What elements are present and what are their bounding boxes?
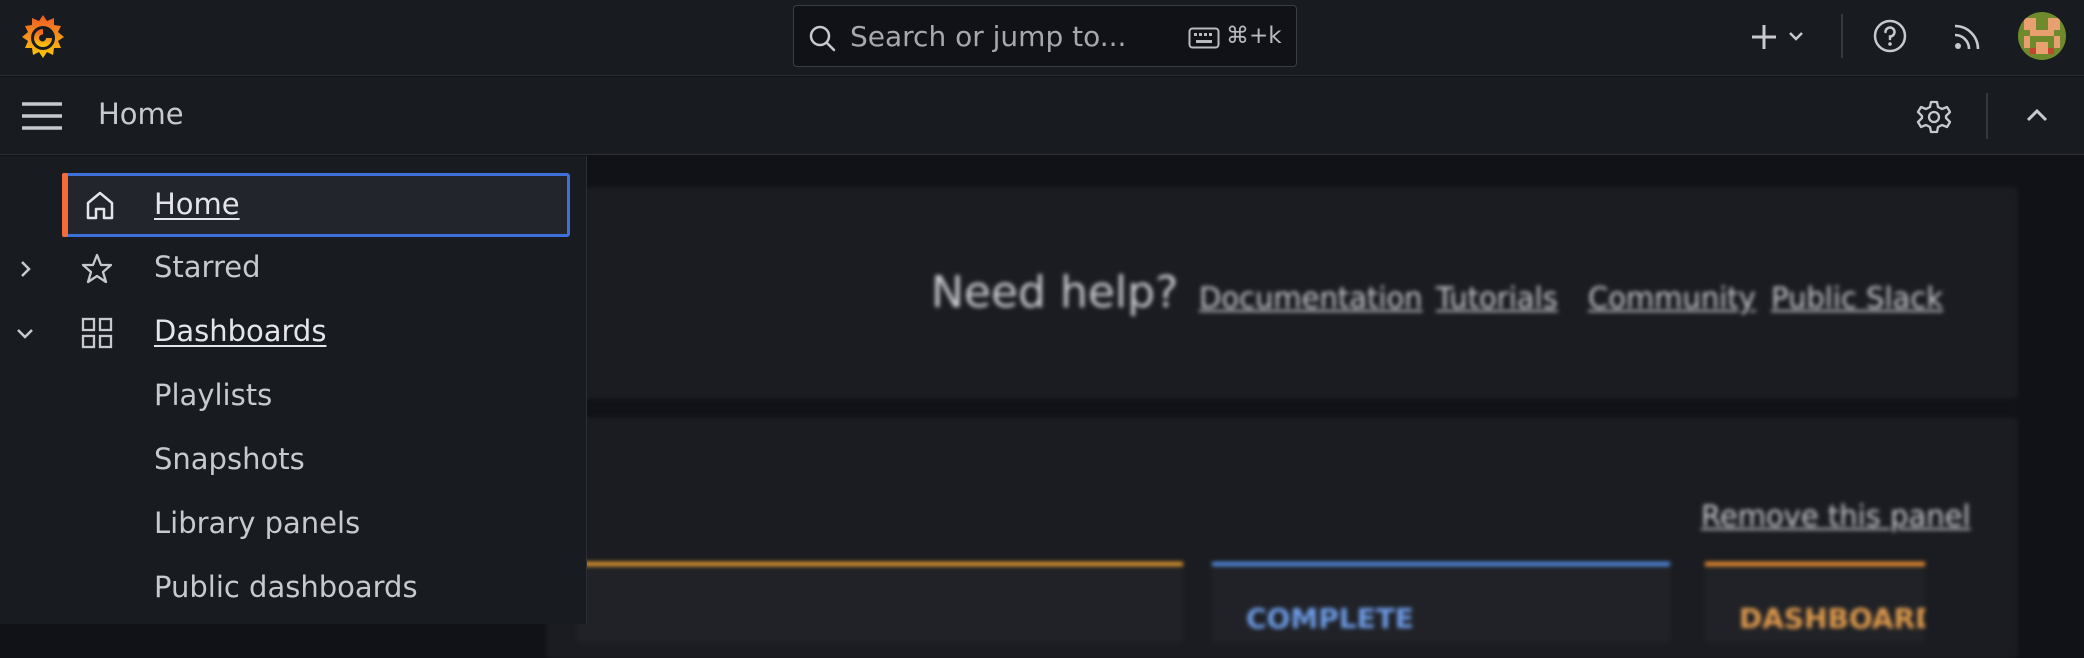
breadcrumb[interactable]: Home bbox=[98, 97, 184, 131]
sidebar-item-dashboards[interactable]: Dashboards bbox=[0, 305, 587, 361]
search-placeholder: Search or jump to... bbox=[850, 20, 1127, 53]
welcome-panel: n Need help? Documentation Tutorials Com… bbox=[547, 188, 2017, 398]
tutorials-link[interactable]: Tutorials bbox=[1436, 281, 1558, 315]
public-slack-link[interactable]: Public Slack bbox=[1771, 281, 1943, 315]
search-icon bbox=[809, 25, 836, 52]
remove-panel-link[interactable]: Remove this panel bbox=[1701, 499, 1971, 533]
star-icon bbox=[81, 253, 113, 284]
sidebar-item-starred[interactable]: Starred bbox=[0, 241, 587, 297]
sidebar-item-label: Starred bbox=[154, 250, 261, 284]
sidebar-item-playlists[interactable]: Playlists bbox=[0, 369, 587, 425]
search-bar[interactable]: Search or jump to... ⌘+k bbox=[793, 5, 1297, 67]
chevron-down-icon[interactable] bbox=[14, 322, 36, 344]
breadcrumb-bar: Home bbox=[0, 77, 2084, 155]
tutorial-card[interactable] bbox=[577, 562, 1183, 642]
gear-icon[interactable] bbox=[1916, 99, 1952, 135]
sidebar-item-snapshots[interactable]: Snapshots bbox=[0, 433, 587, 489]
new-dropdown-button[interactable] bbox=[1748, 18, 1812, 58]
menu-icon[interactable] bbox=[20, 99, 64, 133]
home-icon bbox=[86, 191, 114, 220]
sidebar-item-label: Playlists bbox=[154, 378, 273, 412]
complete-card[interactable]: COMPLETE bbox=[1212, 562, 1670, 642]
sidebar-item-label: Snapshots bbox=[154, 442, 305, 476]
toolbar-divider bbox=[1841, 14, 1843, 58]
sidebar-item-label: Library panels bbox=[154, 506, 361, 540]
help-icon[interactable] bbox=[1872, 18, 1908, 54]
need-help-heading: Need help? bbox=[931, 267, 1179, 318]
documentation-link[interactable]: Documentation bbox=[1199, 281, 1423, 315]
sidebar-item-label: Public dashboards bbox=[154, 570, 418, 604]
chevron-up-icon[interactable] bbox=[2020, 101, 2054, 131]
top-bar: Search or jump to... ⌘+k bbox=[0, 0, 2084, 76]
home-dashboard-content: n Need help? Documentation Tutorials Com… bbox=[547, 156, 2084, 658]
apps-icon bbox=[81, 317, 113, 349]
sidebar-item-library-panels[interactable]: Library panels bbox=[0, 497, 587, 553]
sidebar-item-label: Home bbox=[154, 187, 240, 221]
community-link[interactable]: Community bbox=[1588, 281, 1756, 315]
user-avatar[interactable] bbox=[2018, 12, 2066, 60]
grafana-logo-icon[interactable] bbox=[18, 12, 68, 62]
toolbar-divider bbox=[1986, 93, 1988, 139]
sidebar-item-home[interactable]: Home bbox=[62, 173, 570, 237]
chevron-right-icon[interactable] bbox=[14, 258, 36, 280]
search-shortcut: ⌘+k bbox=[1226, 23, 1282, 49]
card-title: DASHBOARDS bbox=[1739, 602, 1925, 635]
sidebar-item-label: Dashboards bbox=[154, 314, 327, 348]
sidebar-item-public-dashboards[interactable]: Public dashboards bbox=[0, 561, 587, 617]
side-menu: Home Starred Dashboards Playlists Snapsh… bbox=[0, 156, 587, 624]
dashboards-card[interactable]: DASHBOARDS bbox=[1705, 562, 1925, 642]
news-feed-icon[interactable] bbox=[1950, 20, 1984, 54]
keyboard-icon bbox=[1188, 27, 1220, 49]
active-indicator bbox=[62, 173, 68, 237]
card-title: COMPLETE bbox=[1246, 602, 1414, 635]
